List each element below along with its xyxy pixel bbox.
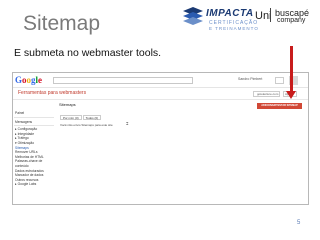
google-user-name[interactable]: Sandro Pimbert [238,77,262,81]
slide-subtitle: E submeta no webmaster tools. [14,47,162,59]
impacta-emblem-icon [183,7,203,25]
google-top-bar: Google Sandro Pimbert [13,73,308,88]
notifications-button[interactable] [275,77,284,84]
webmaster-tools-screenshot: Google Sandro Pimbert Ferramentas para w… [12,72,309,205]
slide-title: Sitemap [23,12,101,35]
webmaster-tools-title: Ferramentas para webmasters [18,90,87,96]
add-test-sitemap-button[interactable]: ADICIONAR/TESTAR SITEMAP [257,103,302,109]
sidebar: Painel Mensagens ▸ Configuração ▸ Integrida… [13,111,55,187]
annotation-arrow-head-icon [286,91,296,99]
sidebar-item[interactable]: Mensagens [13,120,55,125]
logo-divider [270,8,271,22]
site-select[interactable]: gotolecture.com [253,91,280,97]
annotation-arrow-shaft [290,46,293,94]
sidebar-item[interactable]: Painel [13,111,55,116]
empty-sitemaps-message: Você não envio Sitemaps para este site [60,123,113,127]
page-number: 5 [297,220,301,226]
sitemap-tabs: Por mim (0) Todos (0) [60,115,102,120]
mouse-cursor-icon: ⌶ [126,121,129,126]
google-logo: Google [15,75,43,85]
google-search-input[interactable] [53,77,193,84]
tab-by-me[interactable]: Por mim (0) [60,115,82,120]
impacta-logo-text: IMPACTA [206,8,254,19]
tab-all[interactable]: Todos (0) [82,115,102,120]
sidebar-item[interactable]: ▸ Google Labs [13,182,55,187]
sidebar-divider [14,125,54,127]
sitemaps-heading: Sitemaps [59,102,76,107]
impacta-logo-sub2: E TREINAMENTO [209,26,259,31]
buscape-company-text: company [277,17,306,24]
sidebar-divider [14,116,54,118]
